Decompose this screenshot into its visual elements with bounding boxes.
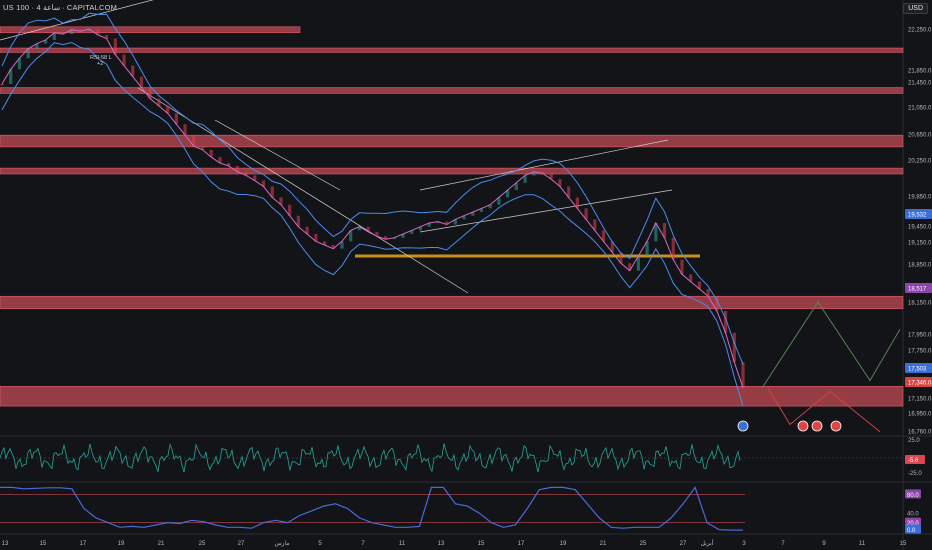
price-axis-tick: 19,450.0 <box>908 225 932 231</box>
x-axis-tick: 13 <box>438 541 445 547</box>
x-axis-tick: 25 <box>199 541 206 547</box>
price-label-text: 17,346.0 <box>908 381 932 387</box>
rsi-label: 80.0 <box>907 493 919 499</box>
price-label-text: 18,517 <box>908 287 927 293</box>
price-axis-tick: 20,650.0 <box>908 133 932 139</box>
resistance-zone <box>0 386 904 407</box>
resistance-zone <box>0 295 904 310</box>
x-axis-tick: 27 <box>680 541 687 547</box>
event-icon <box>737 420 749 432</box>
indicator-tick: 25.0 <box>908 438 920 444</box>
resistance-zone <box>0 26 301 33</box>
event-icon <box>811 420 823 432</box>
x-axis-tick: 15 <box>478 541 485 547</box>
x-axis-tick: 11 <box>399 541 406 547</box>
resistance-zone <box>0 167 904 175</box>
price-axis-tick: 17,950.0 <box>908 333 932 339</box>
price-axis-tick: 19,850.0 <box>908 195 932 201</box>
symbol-label: US 100 <box>3 3 30 12</box>
x-axis-tick: 25 <box>640 541 647 547</box>
price-axis-tick: 21,850.0 <box>908 69 932 75</box>
price-axis-tick: 16,760.0 <box>908 430 932 436</box>
resistance-zone <box>0 47 904 53</box>
x-axis-tick: 15 <box>40 541 47 547</box>
currency-button[interactable]: USD <box>903 3 928 14</box>
price-axis-tick: 19,150.0 <box>908 241 932 247</box>
x-axis-tick: مارس <box>274 540 289 547</box>
x-axis-tick: 13 <box>2 541 9 547</box>
rsi-label: 0.0 <box>907 528 916 534</box>
annotation-tag-2: +2 <box>97 61 104 67</box>
price-axis-tick: 17,750.0 <box>908 349 932 355</box>
x-axis-tick: 19 <box>118 541 125 547</box>
x-axis-tick: 19 <box>560 541 567 547</box>
event-icon <box>830 420 842 432</box>
price-label-text: 17,503 <box>908 367 927 373</box>
chart-background <box>0 0 932 550</box>
x-axis-tick: 11 <box>859 541 866 547</box>
x-axis-tick: 21 <box>158 541 165 547</box>
source-label: CAPITALCOM <box>66 3 118 12</box>
x-axis-tick: 17 <box>80 541 87 547</box>
price-axis-tick: 16,950.0 <box>908 412 932 418</box>
x-axis-tick: 15 <box>900 541 907 547</box>
resistance-zone <box>0 134 904 148</box>
price-axis-tick: 20,250.0 <box>908 159 932 165</box>
chart-title: US 100 · 4 ساعة · CAPITALCOM <box>3 3 118 12</box>
price-axis-tick: 18,850.0 <box>908 263 932 269</box>
price-axis-tick: 21,050.0 <box>908 106 932 112</box>
price-axis-tick: 17,150.0 <box>908 397 932 403</box>
indicator-value: -5.6 <box>908 458 919 464</box>
price-chart[interactable]: 22,250.0 21,850.0 21,450.0 21,050.0 20,650.0… <box>0 0 932 550</box>
resistance-zone <box>0 87 904 94</box>
price-axis-tick: 21,450.0 <box>908 81 932 87</box>
price-candle <box>0 83 4 86</box>
price-axis-tick: 22,250.0 <box>908 28 932 34</box>
indicator-tick: -25.0 <box>908 471 922 477</box>
price-axis-tick: 18,150.0 <box>908 301 932 307</box>
event-icon <box>797 420 809 432</box>
x-axis-tick: 27 <box>238 541 245 547</box>
interval-label: 4 ساعة <box>36 3 61 12</box>
price-label-text: 19,532 <box>908 213 927 219</box>
x-axis-tick: 17 <box>518 541 525 547</box>
x-axis-tick: 21 <box>600 541 607 547</box>
rsi-label: 40.0 <box>907 512 919 518</box>
